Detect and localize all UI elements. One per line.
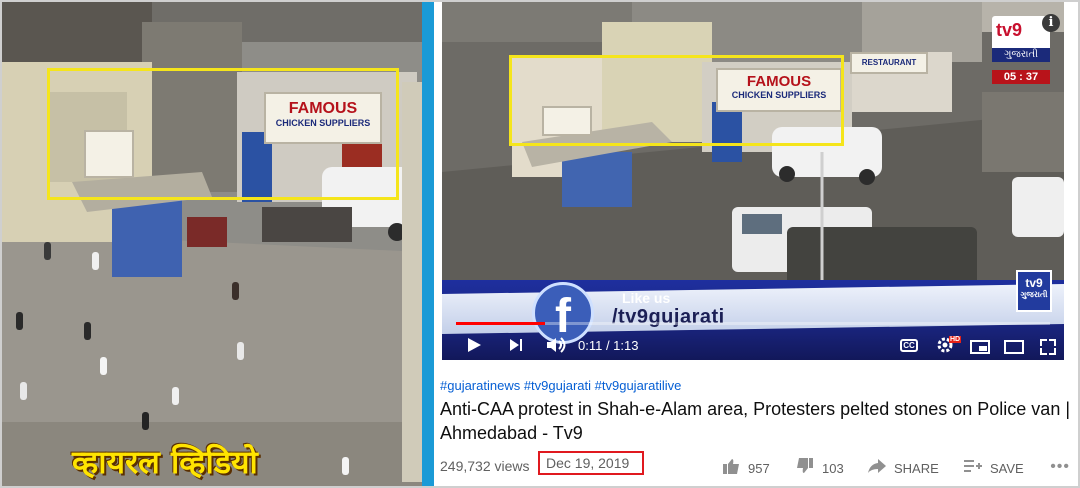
like-button[interactable]: 957	[722, 458, 770, 479]
video-hashtags[interactable]: #gujaratinews #tv9gujarati #tv9gujaratil…	[440, 378, 681, 393]
info-icon[interactable]: i	[1042, 14, 1060, 32]
view-count: 249,732 views	[440, 458, 530, 474]
fullscreen-icon	[1040, 348, 1047, 355]
time-readout: 0:11 / 1:13	[578, 338, 639, 353]
save-button[interactable]: SAVE	[964, 458, 1024, 478]
miniplayer-button[interactable]	[970, 340, 990, 354]
share-button[interactable]: SHARE	[868, 458, 939, 478]
tv9-corner-logo: tv9 ગુજરાતી	[1016, 270, 1052, 312]
share-icon	[868, 458, 886, 478]
viral-video-frame: FAMOUS CHICKEN SUPPLIERS व्हायरल व्हिडिय…	[2, 2, 422, 486]
play-button[interactable]	[466, 336, 482, 354]
theater-mode-button[interactable]	[1004, 340, 1024, 354]
fullscreen-icon	[1049, 348, 1056, 355]
play-icon	[468, 338, 481, 352]
add-to-playlist-icon	[964, 458, 982, 478]
person	[232, 282, 239, 300]
restaurant-sign: RESTAURANT	[850, 52, 928, 74]
viral-video-caption: व्हायरल व्हिडियो	[72, 443, 258, 481]
facebook-handle: /tv9gujarati	[612, 306, 725, 328]
person	[44, 242, 51, 260]
tv9-logo-text: tv9	[996, 20, 1023, 40]
person	[92, 252, 99, 270]
player-controls: 0:11 / 1:13 CC HD	[442, 330, 1064, 360]
highlight-box-right	[509, 55, 844, 146]
person	[100, 357, 107, 375]
miniplayer-icon	[979, 346, 987, 351]
next-icon	[510, 339, 522, 351]
progress-bar[interactable]	[456, 322, 1050, 325]
video-title: Anti-CAA protest in Shah-e-Alam area, Pr…	[440, 399, 1070, 443]
hd-badge: HD	[949, 336, 962, 343]
panel-divider	[422, 2, 434, 486]
tv9-corner-text: tv9	[1025, 276, 1043, 290]
share-label: SHARE	[894, 460, 939, 476]
captions-button[interactable]: CC	[900, 339, 918, 352]
volume-icon	[547, 337, 566, 353]
tv9-logo-sub: ગુજરાતી	[992, 48, 1050, 62]
dislike-count: 103	[822, 461, 844, 476]
save-label: SAVE	[990, 460, 1024, 476]
fullscreen-button[interactable]	[1040, 339, 1056, 355]
volume-button[interactable]	[546, 336, 568, 354]
next-button[interactable]	[508, 336, 524, 354]
thumbs-up-icon	[722, 458, 740, 479]
like-count: 957	[748, 461, 770, 476]
upload-date: Dec 19, 2019	[538, 451, 644, 475]
person	[142, 412, 149, 430]
progress-played	[456, 322, 546, 325]
facebook-like-text: Like us	[622, 290, 671, 306]
person	[342, 457, 349, 475]
person	[20, 382, 27, 400]
person	[172, 387, 179, 405]
video-player[interactable]: FAMOUS CHICKEN SUPPLIERS RESTAURANT tv9 …	[442, 2, 1064, 360]
highlight-box-left	[47, 68, 399, 200]
youtube-panel: FAMOUS CHICKEN SUPPLIERS RESTAURANT tv9 …	[434, 2, 1078, 486]
tv9-corner-sub: ગુજરાતી	[1020, 290, 1048, 299]
person	[84, 322, 91, 340]
channel-clock: 05 : 37	[992, 70, 1050, 84]
person	[237, 342, 244, 360]
fullscreen-icon	[1049, 339, 1056, 346]
person	[16, 312, 23, 330]
thumbs-down-icon	[796, 458, 814, 479]
dislike-button[interactable]: 103	[796, 458, 844, 479]
fullscreen-icon	[1040, 339, 1047, 346]
more-actions-icon[interactable]: •••	[1050, 458, 1070, 476]
